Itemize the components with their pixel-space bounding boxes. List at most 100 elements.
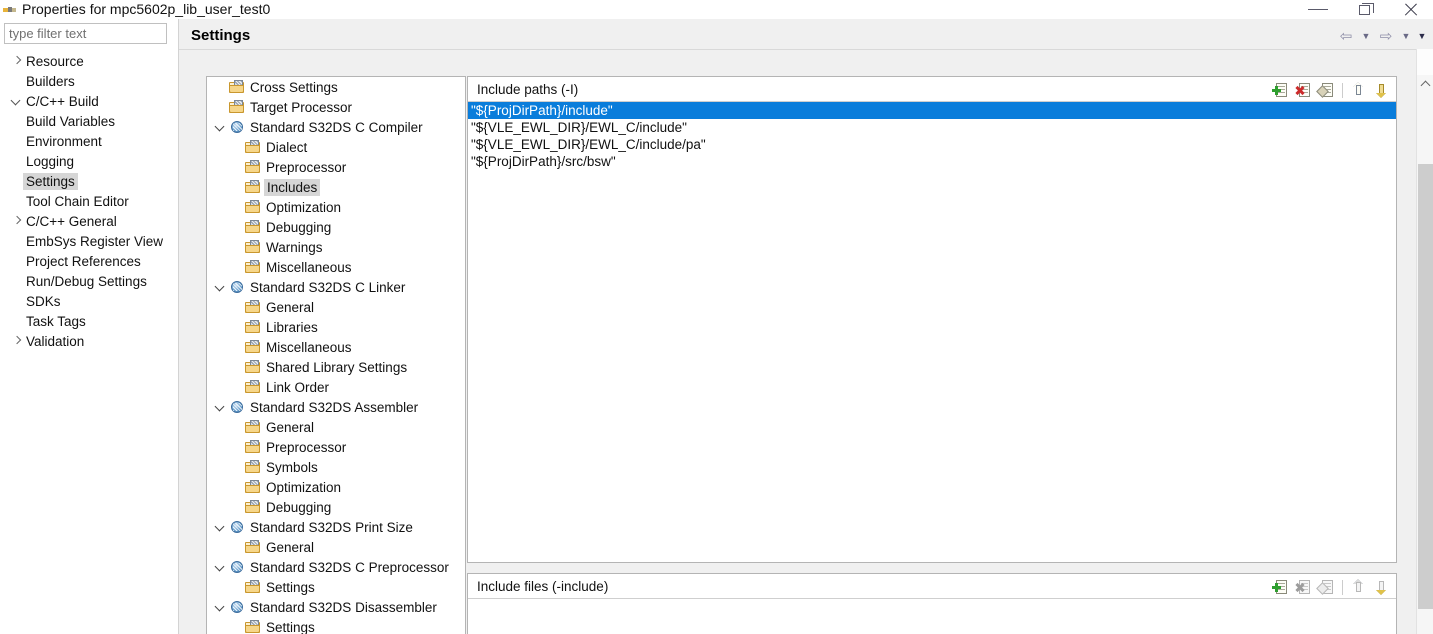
sidebar-item-label: C/C++ General xyxy=(26,213,117,229)
sidebar-item-build-variables[interactable]: Build Variables xyxy=(0,111,178,131)
filter-input[interactable] xyxy=(4,23,167,44)
tree-item-libraries[interactable]: Libraries xyxy=(207,317,465,337)
include-paths-group: Include paths (-I) "${ProjDirPath}/inclu… xyxy=(467,76,1397,563)
chevron-down-icon[interactable] xyxy=(213,279,229,295)
chevron-right-icon[interactable] xyxy=(10,54,24,68)
tree-item-miscellaneous[interactable]: Miscellaneous xyxy=(207,337,465,357)
tree-item-label: Cross Settings xyxy=(250,79,338,95)
move-down-button[interactable] xyxy=(1373,82,1390,99)
tree-item-debugging[interactable]: Debugging xyxy=(207,497,465,517)
tree-item-symbols[interactable]: Symbols xyxy=(207,457,465,477)
tree-item-standard-s32ds-c-preprocessor[interactable]: Standard S32DS C Preprocessor xyxy=(207,557,465,577)
tree-item-dialect[interactable]: Dialect xyxy=(207,137,465,157)
chevron-down-icon[interactable] xyxy=(213,599,229,615)
tree-item-settings[interactable]: Settings xyxy=(207,617,465,634)
tree-item-settings[interactable]: Settings xyxy=(207,577,465,597)
sidebar-item-c-c-general[interactable]: C/C++ General xyxy=(0,211,178,231)
folder-icon xyxy=(245,359,262,375)
tree-item-debugging[interactable]: Debugging xyxy=(207,217,465,237)
tree-item-label: General xyxy=(266,539,315,555)
sidebar-item-label: Run/Debug Settings xyxy=(26,273,147,289)
sidebar-item-tool-chain-editor[interactable]: Tool Chain Editor xyxy=(0,191,178,211)
tree-item-target-processor[interactable]: Target Processor xyxy=(207,97,465,117)
edit-button[interactable] xyxy=(1316,82,1335,99)
spacer-icon xyxy=(229,359,245,375)
restore-button[interactable] xyxy=(1341,0,1387,19)
scrollbar-thumb[interactable] xyxy=(1418,164,1433,609)
tree-item-includes[interactable]: Includes xyxy=(207,177,465,197)
chevron-down-icon[interactable] xyxy=(213,519,229,535)
list-item[interactable]: "${VLE_EWL_DIR}/EWL_C/include" xyxy=(468,119,1396,136)
minimize-button[interactable] xyxy=(1295,0,1341,19)
tree-item-general[interactable]: General xyxy=(207,417,465,437)
sidebar-item-run-debug-settings[interactable]: Run/Debug Settings xyxy=(0,271,178,291)
add-button[interactable] xyxy=(1272,82,1289,99)
move-up-button[interactable] xyxy=(1350,81,1367,99)
tree-item-shared-library-settings[interactable]: Shared Library Settings xyxy=(207,357,465,377)
chevron-down-icon[interactable] xyxy=(10,94,24,108)
sidebar-item-environment[interactable]: Environment xyxy=(0,131,178,151)
tree-item-link-order[interactable]: Link Order xyxy=(207,377,465,397)
sidebar-item-c-c-build[interactable]: C/C++ Build xyxy=(0,91,178,111)
include-files-list[interactable] xyxy=(468,599,1396,634)
sidebar-item-resource[interactable]: Resource xyxy=(0,51,178,71)
tree-item-general[interactable]: General xyxy=(207,297,465,317)
back-arrow[interactable]: ⇦ xyxy=(1335,26,1357,46)
sidebar-item-sdks[interactable]: SDKs xyxy=(0,291,178,311)
sidebar-item-label: Resource xyxy=(26,53,84,69)
chevron-down-icon[interactable] xyxy=(213,559,229,575)
sidebar-item-task-tags[interactable]: Task Tags xyxy=(0,311,178,331)
move-up-button xyxy=(1350,578,1367,596)
sidebar-item-label: Builders xyxy=(26,73,75,89)
delete-button xyxy=(1295,579,1312,596)
sidebar-item-settings[interactable]: Settings xyxy=(0,171,178,191)
tree-item-standard-s32ds-print-size[interactable]: Standard S32DS Print Size xyxy=(207,517,465,537)
spacer-icon xyxy=(229,499,245,515)
add-button[interactable] xyxy=(1272,579,1289,596)
folder-icon xyxy=(245,439,262,455)
forward-arrow[interactable]: ⇨ xyxy=(1375,26,1397,46)
include-paths-header: Include paths (-I) xyxy=(468,77,1396,102)
tree-item-cross-settings[interactable]: Cross Settings xyxy=(207,77,465,97)
spacer-icon xyxy=(229,539,245,555)
list-item[interactable]: "${ProjDirPath}/include" xyxy=(468,102,1396,119)
list-item[interactable]: "${VLE_EWL_DIR}/EWL_C/include/pa" xyxy=(468,136,1396,153)
tool-settings-tree[interactable]: Cross Settings Target Processor Standard S… xyxy=(206,76,466,634)
include-paths-list[interactable]: "${ProjDirPath}/include" "${VLE_EWL_DIR}/… xyxy=(468,102,1396,562)
chevron-down-icon[interactable] xyxy=(213,399,229,415)
tree-item-preprocessor[interactable]: Preprocessor xyxy=(207,437,465,457)
tree-item-preprocessor[interactable]: Preprocessor xyxy=(207,157,465,177)
scroll-up-button[interactable] xyxy=(1417,75,1433,92)
spacer-icon xyxy=(229,439,245,455)
sidebar-item-embsys-register-view[interactable]: EmbSys Register View xyxy=(0,231,178,251)
tree-item-optimization[interactable]: Optimization xyxy=(207,197,465,217)
toolchain-icon xyxy=(229,280,246,295)
list-item[interactable]: "${ProjDirPath}/src/bsw" xyxy=(468,153,1396,170)
sidebar-item-logging[interactable]: Logging xyxy=(0,151,178,171)
tree-item-warnings[interactable]: Warnings xyxy=(207,237,465,257)
sidebar-item-builders[interactable]: Builders xyxy=(0,71,178,91)
sidebar-item-label: EmbSys Register View xyxy=(26,233,164,249)
tree-item-optimization[interactable]: Optimization xyxy=(207,477,465,497)
tree-item-standard-s32ds-assembler[interactable]: Standard S32DS Assembler xyxy=(207,397,465,417)
forward-dropdown[interactable]: ▼ xyxy=(1399,26,1413,46)
sidebar-item-label: SDKs xyxy=(26,293,61,309)
chevron-right-icon[interactable] xyxy=(10,214,24,228)
tree-item-standard-s32ds-c-linker[interactable]: Standard S32DS C Linker xyxy=(207,277,465,297)
delete-button[interactable] xyxy=(1295,82,1312,99)
chevron-down-icon[interactable] xyxy=(213,119,229,135)
chevron-right-icon[interactable] xyxy=(10,334,24,348)
page-scrollbar[interactable] xyxy=(1416,49,1433,634)
sidebar-item-validation[interactable]: Validation xyxy=(0,331,178,351)
tree-item-general[interactable]: General xyxy=(207,537,465,557)
sidebar-item-project-references[interactable]: Project References xyxy=(0,251,178,271)
folder-icon xyxy=(245,239,262,255)
tree-item-miscellaneous[interactable]: Miscellaneous xyxy=(207,257,465,277)
tree-item-standard-s32ds-c-compiler[interactable]: Standard S32DS C Compiler xyxy=(207,117,465,137)
back-dropdown[interactable]: ▼ xyxy=(1359,26,1373,46)
close-button[interactable] xyxy=(1387,0,1433,19)
window-title: Properties for mpc5602p_lib_user_test0 xyxy=(22,0,271,17)
tree-item-standard-s32ds-disassembler[interactable]: Standard S32DS Disassembler xyxy=(207,597,465,617)
view-menu[interactable]: ▼ xyxy=(1415,26,1429,46)
tree-item-label: Target Processor xyxy=(250,99,353,115)
